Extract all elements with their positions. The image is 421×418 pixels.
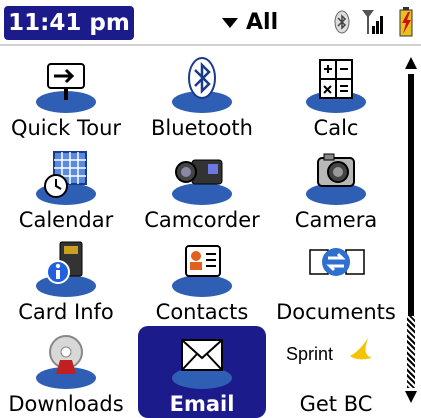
bluetooth-status-icon[interactable] xyxy=(334,10,350,34)
app-label: Card Info xyxy=(18,300,114,324)
camera-icon xyxy=(306,153,366,205)
category-picker[interactable]: All xyxy=(222,6,278,40)
app-label: Bluetooth xyxy=(151,116,253,140)
app-quick-tour[interactable]: Quick Tour xyxy=(2,50,130,142)
app-label: Contacts xyxy=(155,300,249,324)
contacts-icon xyxy=(172,245,232,297)
downloads-icon xyxy=(36,335,96,389)
sprint-logo: Sprint xyxy=(286,338,386,374)
category-label: All xyxy=(246,10,279,35)
signal-strength-icon xyxy=(362,10,383,34)
scroll-up-arrow-icon[interactable] xyxy=(404,56,418,70)
card-info-icon xyxy=(36,241,96,297)
app-label: Calc xyxy=(313,116,359,140)
camcorder-icon xyxy=(172,159,232,205)
app-label: Camcorder xyxy=(144,208,260,232)
status-bar: 11:41 pm All xyxy=(0,0,421,46)
clock[interactable]: 11:41 pm xyxy=(4,6,134,40)
app-label: Documents xyxy=(276,300,396,324)
app-label: Email xyxy=(169,392,235,416)
app-email[interactable]: Email xyxy=(138,326,266,418)
scroll-track[interactable] xyxy=(407,316,415,388)
app-label: Calendar xyxy=(18,208,114,232)
app-label: Get BC xyxy=(299,392,373,416)
app-camcorder[interactable]: Camcorder xyxy=(138,142,266,234)
app-documents[interactable]: Documents xyxy=(272,234,400,326)
scroll-thumb[interactable] xyxy=(408,74,414,316)
app-card-info[interactable]: Card Info xyxy=(2,234,130,326)
scrollbar[interactable] xyxy=(404,56,418,403)
app-camera[interactable]: Camera xyxy=(272,142,400,234)
app-downloads[interactable]: Downloads xyxy=(2,326,130,418)
app-get-bc[interactable]: Sprint Get BC xyxy=(272,326,400,418)
triangle-down-icon xyxy=(222,18,238,28)
app-calc[interactable]: Calc xyxy=(272,50,400,142)
calendar-icon xyxy=(36,151,96,205)
app-bluetooth[interactable]: Bluetooth xyxy=(138,50,266,142)
app-launcher-grid: Quick Tour Bluetooth Calc Calendar Camco… xyxy=(0,46,400,418)
calculator-icon xyxy=(306,59,366,113)
quick-tour-icon xyxy=(36,63,96,113)
app-label: Camera xyxy=(294,208,378,232)
email-icon xyxy=(172,339,232,389)
bluetooth-icon xyxy=(172,57,232,113)
documents-icon xyxy=(309,248,365,276)
sprint-swoosh-icon xyxy=(350,338,372,360)
sprint-logo-text: Sprint xyxy=(286,344,334,364)
app-label: Downloads xyxy=(8,392,124,416)
app-contacts[interactable]: Contacts xyxy=(138,234,266,326)
app-label: Quick Tour xyxy=(10,116,122,140)
app-calendar[interactable]: Calendar xyxy=(2,142,130,234)
scroll-down-arrow-icon[interactable] xyxy=(404,390,418,404)
battery-charging-icon[interactable] xyxy=(396,6,416,38)
